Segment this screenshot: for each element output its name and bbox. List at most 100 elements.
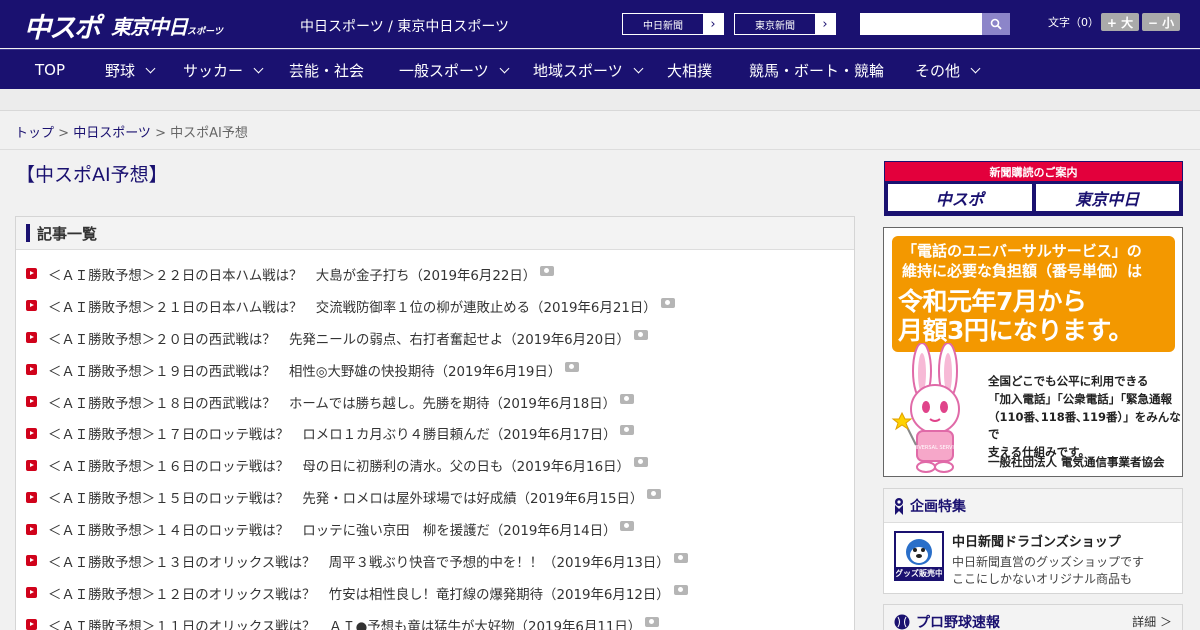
tokyo-shimbun-label: 東京新聞 bbox=[755, 20, 795, 32]
nav-item-soccer[interactable]: サッカー bbox=[183, 50, 264, 90]
nav-item-keiba[interactable]: 競馬・ボート・競輪 bbox=[749, 50, 884, 90]
article-list-item[interactable]: ＜ＡＩ勝敗予想＞１８日の西武戦は？ ホームでは勝ち越し。先勝を期待（2019年6… bbox=[16, 386, 854, 418]
article-title[interactable]: ＜ＡＩ勝敗予想＞１４日のロッテ戦は？ ロッテに強い京田 柳を援護だ（2019年6… bbox=[48, 519, 616, 539]
ad-desc2: 「加入電話」「公衆電話」「緊急通報 bbox=[988, 391, 1172, 406]
font-smaller-button[interactable]: − 小 bbox=[1142, 13, 1180, 31]
nav-item-top[interactable]: TOP bbox=[35, 50, 65, 90]
article-title[interactable]: ＜ＡＩ勝敗予想＞２１日の日本ハム戦は？ 交流戦防御率１位の柳が連敗止める（201… bbox=[48, 296, 657, 316]
chunichi-shimbun-label: 中日新聞 bbox=[643, 20, 683, 32]
ad-line2: 維持に必要な負担額（番号単価）は bbox=[902, 261, 1143, 280]
search-input[interactable] bbox=[860, 13, 982, 35]
ribbon-icon bbox=[895, 497, 903, 515]
nav-item-general-sports[interactable]: 一般スポーツ bbox=[399, 50, 510, 90]
article-list-item[interactable]: ＜ＡＩ勝敗予想＞１４日のロッテ戦は？ ロッテに強い京田 柳を援護だ（2019年6… bbox=[16, 513, 854, 545]
chevron-down-icon bbox=[970, 63, 981, 73]
play-arrow-icon bbox=[26, 587, 37, 599]
article-list-item[interactable]: ＜ＡＩ勝敗予想＞２２日の日本ハム戦は？ 大島が金子打ち（2019年6月22日） bbox=[16, 258, 854, 290]
nav-item-baseball[interactable]: 野球 bbox=[105, 50, 156, 90]
camera-icon bbox=[565, 361, 580, 372]
ad-desc3: （110番､118番､119番）」をみんなで bbox=[988, 409, 1181, 442]
logo-tokyo-chunichi[interactable]: 東京中日スポーツ bbox=[111, 11, 223, 40]
camera-icon bbox=[633, 329, 648, 340]
article-list-item[interactable]: ＜ＡＩ勝敗予想＞１６日のロッテ戦は？ 母の日に初勝利の清水。父の日も（2019年… bbox=[16, 449, 854, 481]
article-title[interactable]: ＜ＡＩ勝敗予想＞２２日の日本ハム戦は？ 大島が金子打ち（2019年6月22日） bbox=[48, 264, 536, 284]
article-title[interactable]: ＜ＡＩ勝敗予想＞２０日の西武戦は？ 先発ニールの弱点、右打者奮起せよ（2019年… bbox=[48, 328, 630, 348]
ad-desc1: 全国どこでも公平に利用できる bbox=[988, 374, 1149, 388]
article-title[interactable]: ＜ＡＩ勝敗予想＞１７日のロッテ戦は？ ロメロ１カ月ぶり４勝目頼んだ（2019年6… bbox=[48, 423, 616, 443]
play-arrow-icon bbox=[26, 523, 37, 535]
play-arrow-icon bbox=[26, 364, 37, 376]
article-title[interactable]: ＜ＡＩ勝敗予想＞１５日のロッテ戦は？ 先発・ロメロは屋外球場では好成績（2019… bbox=[48, 487, 643, 507]
feature-panel-header: 企画特集 bbox=[884, 489, 1182, 523]
nav-label: 芸能・社会 bbox=[289, 61, 365, 80]
article-list-header: 記事一覧 bbox=[16, 217, 854, 250]
logo-chuspo[interactable]: 中スポ bbox=[24, 6, 101, 45]
article-list-panel: 記事一覧 ＜ＡＩ勝敗予想＞２２日の日本ハム戦は？ 大島が金子打ち（2019年6月… bbox=[15, 216, 855, 630]
divider bbox=[0, 149, 1200, 150]
nav-item-other[interactable]: その他 bbox=[915, 50, 981, 90]
nav-item-local-sports[interactable]: 地域スポーツ bbox=[533, 50, 644, 90]
dragons-shop-title[interactable]: 中日新聞ドラゴンズショップ bbox=[952, 531, 1144, 550]
chunichi-shimbun-button[interactable]: 中日新聞 › bbox=[622, 13, 724, 35]
article-list-item[interactable]: ＜ＡＩ勝敗予想＞１３日のオリックス戦は？ 周平３戦ぶり快音で予想的中を！！（20… bbox=[16, 545, 854, 577]
breadcrumb-separator: > bbox=[54, 126, 74, 141]
article-title[interactable]: ＜ＡＩ勝敗予想＞１３日のオリックス戦は？ 周平３戦ぶり快音で予想的中を！！（20… bbox=[48, 551, 670, 571]
nav-label: 野球 bbox=[105, 61, 136, 80]
play-arrow-icon bbox=[26, 332, 37, 344]
nav-item-sumo[interactable]: 大相撲 bbox=[667, 50, 712, 90]
article-title[interactable]: ＜ＡＩ勝敗予想＞１１日のオリックス戦は？ ＡＩ●予想も竜は猛牛が大好物（2019… bbox=[48, 615, 641, 630]
baseball-live-more-link[interactable]: 詳細 ＞ bbox=[1132, 613, 1172, 630]
dragons-shop-thumbnail[interactable]: グッズ販売中 bbox=[894, 531, 944, 581]
ad-headline: 「電話のユニバーサルサービス」の 維持に必要な負担額（番号単価）は bbox=[902, 242, 1142, 281]
article-list-item[interactable]: ＜ＡＩ勝敗予想＞２０日の西武戦は？ 先発ニールの弱点、右打者奮起せよ（2019年… bbox=[16, 322, 854, 354]
search-button[interactable] bbox=[982, 13, 1010, 35]
chevron-down-icon bbox=[253, 63, 264, 73]
sub-bar bbox=[0, 89, 1200, 111]
article-list-item[interactable]: ＜ＡＩ勝敗予想＞１５日のロッテ戦は？ 先発・ロメロは屋外球場では好成績（2019… bbox=[16, 481, 854, 513]
article-title[interactable]: ＜ＡＩ勝敗予想＞１６日のロッテ戦は？ 母の日に初勝利の清水。父の日も（2019年… bbox=[48, 455, 630, 475]
subscribe-tokyo-chunichi-logo[interactable]: 東京中日 bbox=[1035, 184, 1179, 211]
article-list-item[interactable]: ＜ＡＩ勝敗予想＞１７日のロッテ戦は？ ロメロ１カ月ぶり４勝目頼んだ（2019年6… bbox=[16, 417, 854, 449]
tokyo-shimbun-button[interactable]: 東京新聞 › bbox=[734, 13, 836, 35]
nav-item-entertainment[interactable]: 芸能・社会 bbox=[289, 50, 364, 90]
universal-service-ad[interactable]: 「電話のユニバーサルサービス」の 維持に必要な負担額（番号単価）は 令和元年7月… bbox=[883, 227, 1183, 477]
dragons-shop-desc1: 中日新聞直営のグッズショップです bbox=[952, 555, 1145, 569]
subscribe-banner[interactable]: 新聞購読のご案内 中スポ 東京中日 bbox=[884, 161, 1183, 216]
baseball-live-heading: プロ野球速報 bbox=[916, 614, 1000, 630]
nav-label: 大相撲 bbox=[667, 61, 713, 80]
camera-icon bbox=[645, 616, 660, 627]
feature-heading: 企画特集 bbox=[910, 498, 966, 515]
ad-line1: 「電話のユニバーサルサービス」の bbox=[902, 242, 1142, 260]
font-size-label: 文字（0） bbox=[1048, 16, 1099, 29]
breadcrumb-current: 中スポAI予想 bbox=[170, 126, 248, 141]
article-list-item[interactable]: ＜ＡＩ勝敗予想＞２１日の日本ハム戦は？ 交流戦防御率１位の柳が連敗止める（201… bbox=[16, 290, 854, 322]
article-title[interactable]: ＜ＡＩ勝敗予想＞１８日の西武戦は？ ホームでは勝ち越し。先勝を期待（2019年6… bbox=[48, 392, 616, 412]
page-title: 【中スポAI予想】 bbox=[16, 164, 168, 186]
breadcrumb-chuspo-link[interactable]: 中日スポーツ bbox=[73, 126, 151, 141]
article-title[interactable]: ＜ＡＩ勝敗予想＞１９日の西武戦は？ 相性◎大野雄の快投期待（2019年6月19日… bbox=[48, 360, 561, 380]
dragons-shop-link[interactable]: グッズ販売中 中日新聞ドラゴンズショップ 中日新聞直営のグッズショップです ここ… bbox=[884, 523, 1182, 596]
nav-label: 競馬・ボート・競輪 bbox=[749, 61, 885, 80]
article-title[interactable]: ＜ＡＩ勝敗予想＞１２日のオリックス戦は？ 竹安は相性良し！竜打線の爆発期待（20… bbox=[48, 583, 670, 603]
subscribe-banner-title: 新聞購読のご案内 bbox=[885, 162, 1182, 181]
shop-thumb-label: グッズ販売中 bbox=[896, 568, 942, 578]
dragons-shop-text: 中日新聞ドラゴンズショップ 中日新聞直営のグッズショップです ここにしかないオリ… bbox=[952, 531, 1144, 588]
play-arrow-icon bbox=[26, 459, 37, 471]
breadcrumb-top-link[interactable]: トップ bbox=[15, 126, 54, 141]
article-list-item[interactable]: ＜ＡＩ勝敗予想＞１２日のオリックス戦は？ 竹安は相性良し！竜打線の爆発期待（20… bbox=[16, 577, 854, 609]
camera-icon bbox=[633, 457, 648, 468]
article-list-item[interactable]: ＜ＡＩ勝敗予想＞１１日のオリックス戦は？ ＡＩ●予想も竜は猛牛が大好物（2019… bbox=[16, 609, 854, 630]
baseball-live-panel: プロ野球速報 詳細 ＞ bbox=[883, 604, 1183, 630]
nav-label: 地域スポーツ bbox=[533, 61, 623, 80]
nav-label: サッカー bbox=[183, 61, 244, 80]
baseball-icon bbox=[894, 614, 910, 629]
site-header: 中スポ 東京中日スポーツ 中日スポーツ / 東京中日スポーツ 中日新聞 › 東京… bbox=[0, 0, 1200, 48]
camera-icon bbox=[673, 584, 688, 595]
dragons-shop-desc2: ここにしかないオリジナル商品も bbox=[952, 571, 1133, 586]
baseball-live-header: プロ野球速報 詳細 ＞ bbox=[884, 605, 1182, 630]
font-bigger-button[interactable]: + 大 bbox=[1101, 13, 1139, 31]
ad-organization: 一般社団法人 電気通信事業者協会 bbox=[988, 455, 1165, 469]
article-list-item[interactable]: ＜ＡＩ勝敗予想＞１９日の西武戦は？ 相性◎大野雄の快投期待（2019年6月19日… bbox=[16, 354, 854, 386]
subscribe-chuspo-logo[interactable]: 中スポ bbox=[888, 184, 1032, 211]
camera-icon bbox=[647, 489, 662, 500]
